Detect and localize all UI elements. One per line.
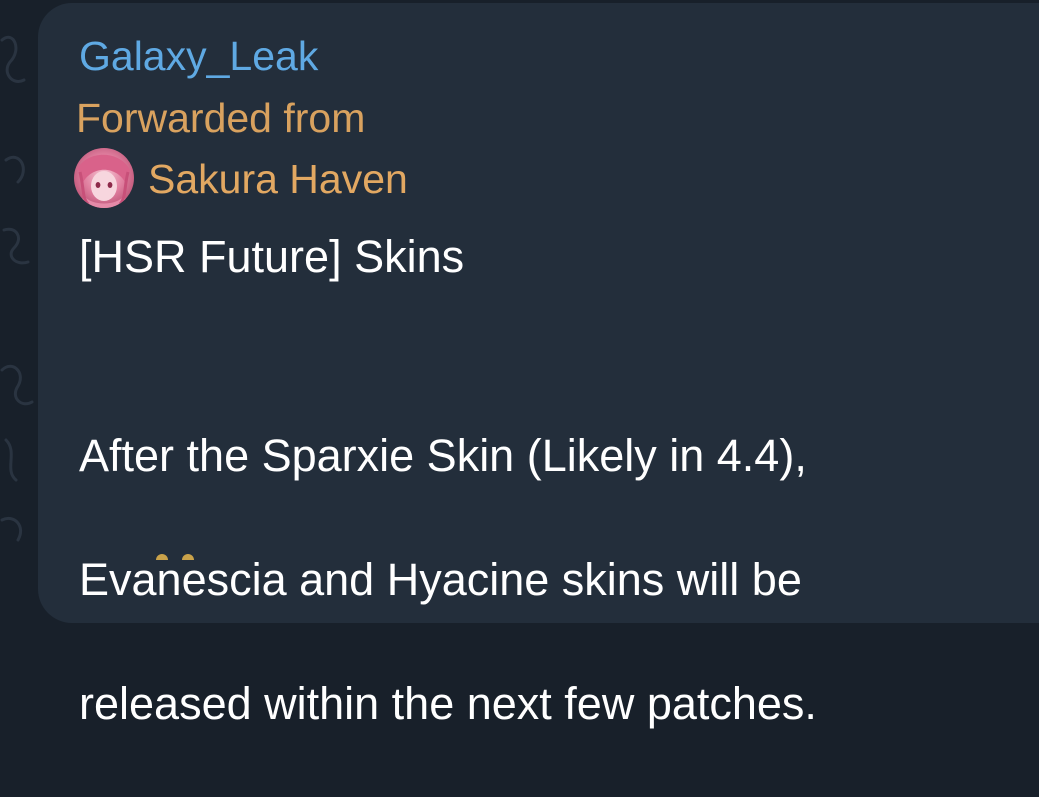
forwarded-source-avatar[interactable] (74, 148, 134, 208)
message-title: [HSR Future] Skins (79, 231, 465, 282)
message-body-line: After the Sparxie Skin (Likely in 4.4), (79, 430, 807, 481)
emoji-peek-icon (156, 554, 194, 560)
message-body-line: released within the next few patches. (79, 678, 817, 729)
pink-haired-avatar-icon (74, 148, 134, 208)
message-body: After the Sparxie Skin (Likely in 4.4), … (79, 363, 1029, 797)
sender-name[interactable]: Galaxy_Leak (79, 32, 318, 80)
message-body-line: Evanescia and Hyacine skins will be (79, 554, 802, 605)
forwarded-label: Forwarded from (76, 95, 366, 141)
forwarded-source-name[interactable]: Sakura Haven (148, 155, 408, 203)
